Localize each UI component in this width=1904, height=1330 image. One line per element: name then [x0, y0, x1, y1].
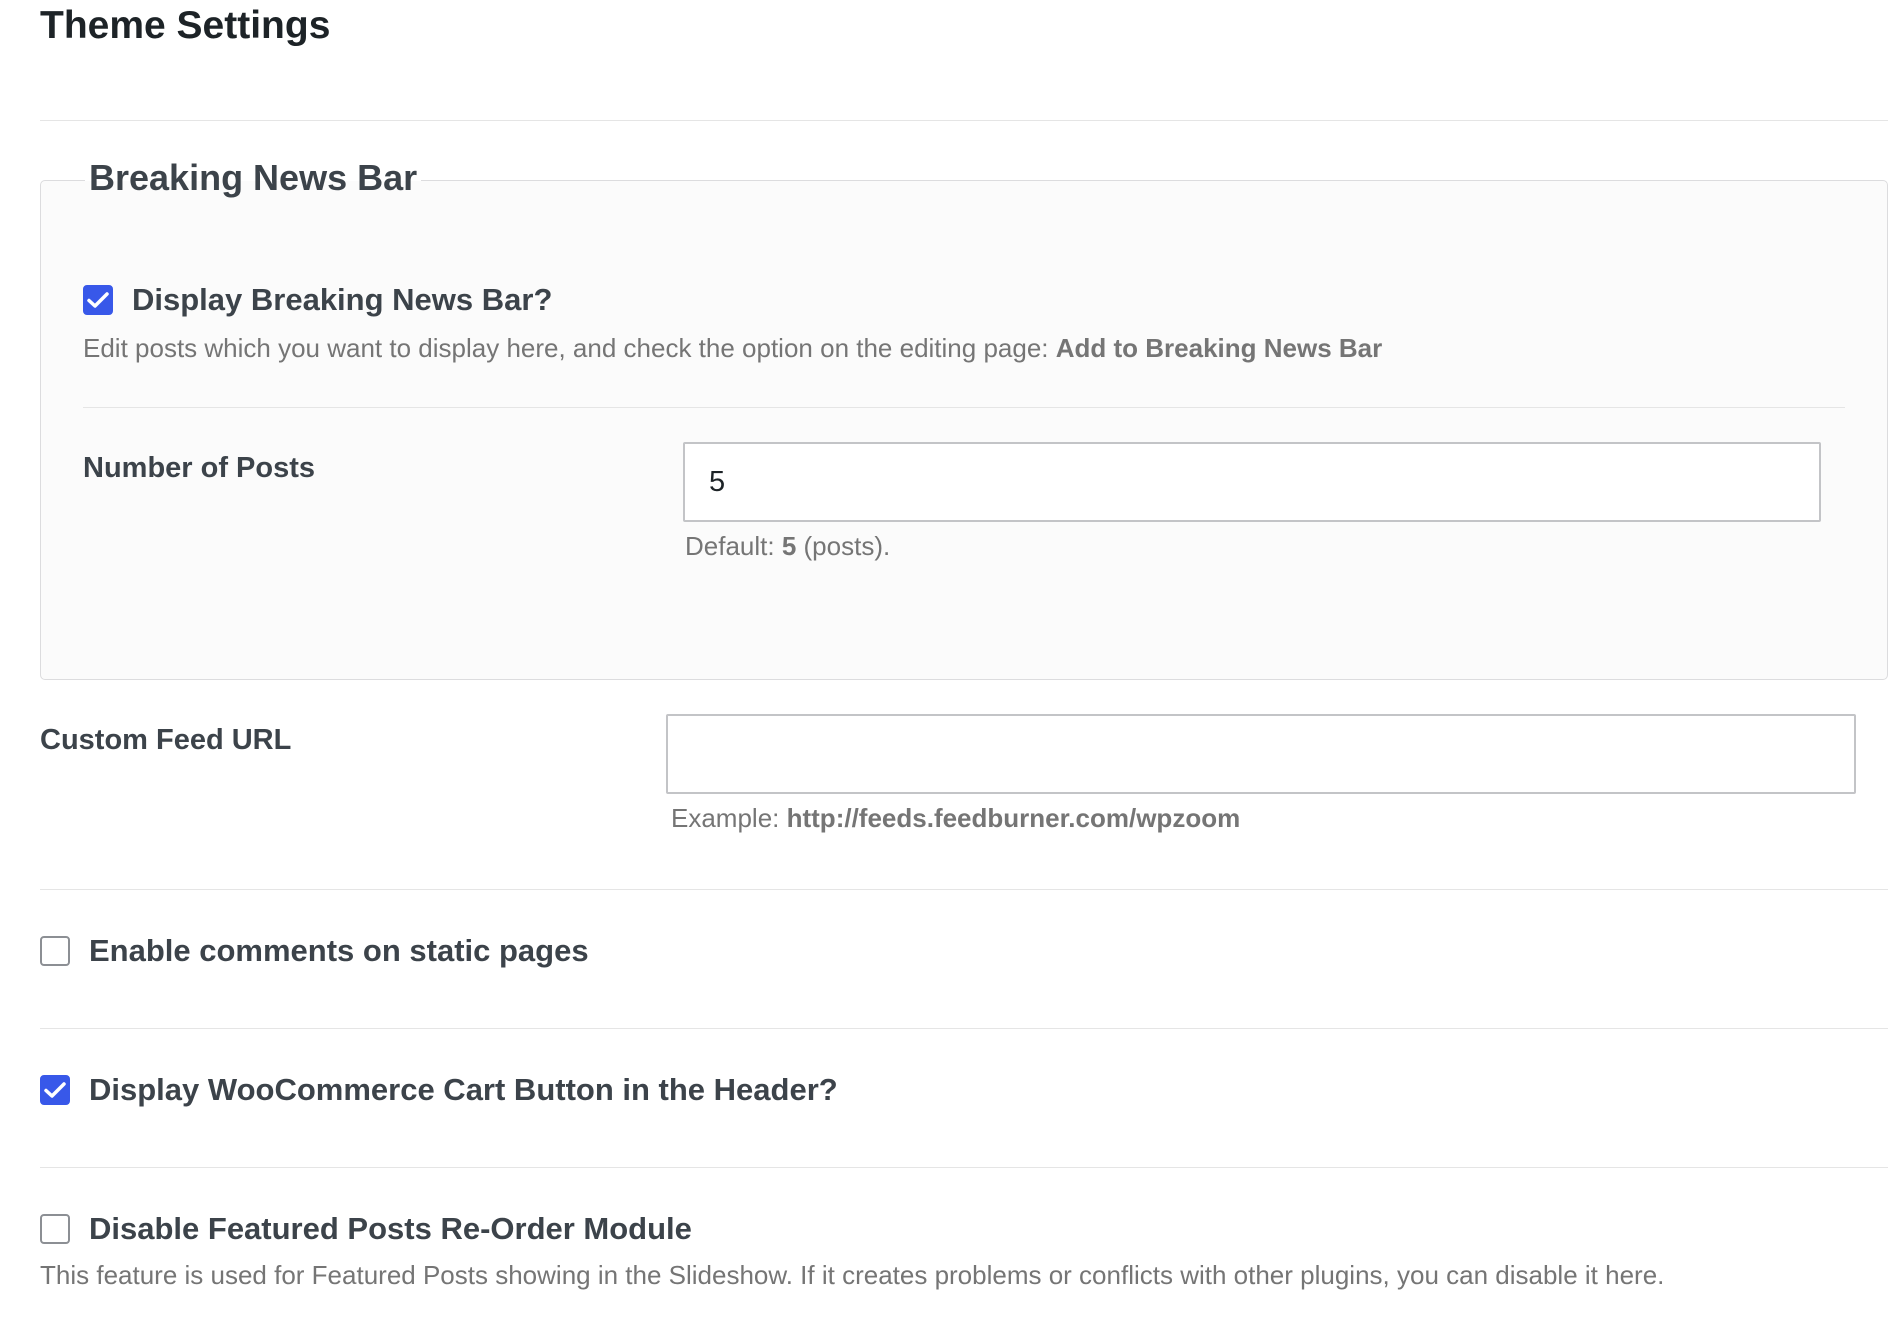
- custom-feed-hint-prefix: Example:: [671, 803, 787, 833]
- number-of-posts-hint-suffix: (posts).: [796, 531, 891, 561]
- comments-static-label: Enable comments on static pages: [89, 933, 589, 968]
- divider: [40, 1167, 1888, 1168]
- number-of-posts-control: Default: 5 (posts).: [683, 442, 1821, 563]
- number-of-posts-hint-prefix: Default:: [685, 531, 782, 561]
- settings-page: Theme Settings Breaking News Bar Display…: [40, 0, 1888, 1292]
- display-breaking-news-label: Display Breaking News Bar?: [132, 282, 553, 317]
- page-title: Theme Settings: [40, 4, 331, 47]
- divider: [40, 120, 1888, 121]
- breaking-news-description-bold: Add to Breaking News Bar: [1055, 333, 1383, 363]
- custom-feed-label: Custom Feed URL: [40, 724, 292, 756]
- woo-cart-row[interactable]: Display WooCommerce Cart Button in the H…: [40, 1071, 1888, 1109]
- divider: [83, 407, 1845, 408]
- number-of-posts-input[interactable]: [683, 442, 1821, 522]
- custom-feed-row: Custom Feed URL Example: http://feeds.fe…: [40, 714, 1888, 835]
- breaking-news-description: Edit posts which you want to display her…: [83, 331, 1845, 365]
- disable-reorder-label: Disable Featured Posts Re-Order Module: [89, 1211, 692, 1246]
- custom-feed-input[interactable]: [666, 714, 1856, 794]
- disable-reorder-checkbox[interactable]: [40, 1214, 70, 1244]
- checkmark-icon: [44, 1082, 66, 1098]
- comments-static-checkbox[interactable]: [40, 936, 70, 966]
- number-of-posts-label: Number of Posts: [83, 452, 316, 484]
- display-breaking-news-row[interactable]: Display Breaking News Bar?: [83, 281, 1845, 319]
- display-breaking-news-checkbox[interactable]: [83, 285, 113, 315]
- woo-cart-checkbox[interactable]: [40, 1075, 70, 1105]
- disable-reorder-row[interactable]: Disable Featured Posts Re-Order Module: [40, 1210, 1888, 1248]
- checkmark-icon: [87, 292, 109, 308]
- breaking-news-fieldset: Breaking News Bar Display Breaking News …: [40, 155, 1888, 680]
- woo-cart-label: Display WooCommerce Cart Button in the H…: [89, 1072, 838, 1107]
- breaking-news-content: Display Breaking News Bar? Edit posts wh…: [83, 181, 1845, 563]
- breaking-news-description-text: Edit posts which you want to display her…: [83, 333, 1056, 363]
- divider: [40, 1028, 1888, 1029]
- disable-reorder-description: This feature is used for Featured Posts …: [40, 1260, 1665, 1290]
- number-of-posts-hint: Default: 5 (posts).: [683, 529, 1821, 563]
- custom-feed-hint-bold: http://feeds.feedburner.com/wpzoom: [786, 803, 1241, 833]
- number-of-posts-hint-bold: 5: [781, 531, 797, 561]
- divider: [40, 889, 1888, 890]
- custom-feed-control: Example: http://feeds.feedburner.com/wpz…: [666, 714, 1856, 835]
- comments-static-row[interactable]: Enable comments on static pages: [40, 932, 1888, 970]
- custom-feed-hint: Example: http://feeds.feedburner.com/wpz…: [666, 801, 1856, 835]
- number-of-posts-row: Number of Posts Default: 5 (posts).: [83, 442, 1845, 563]
